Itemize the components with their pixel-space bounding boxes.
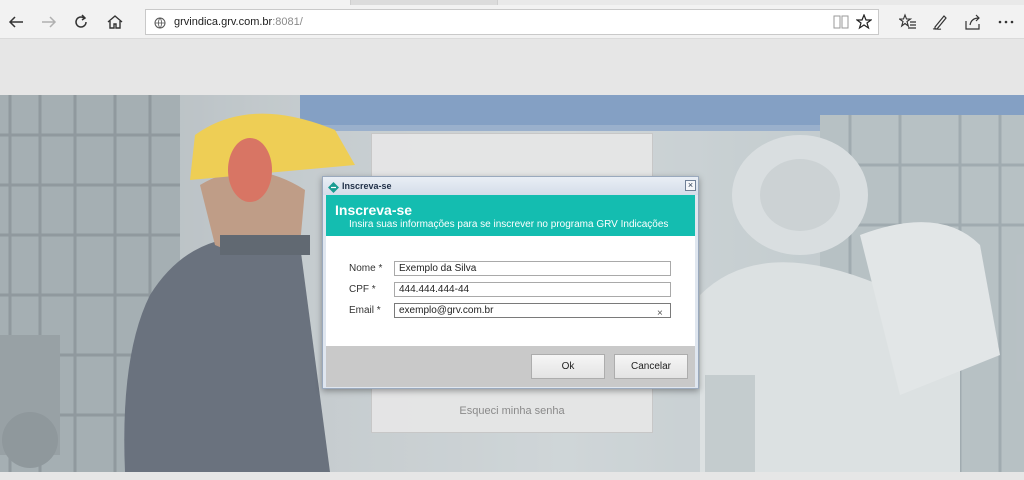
email-input[interactable]: exemplo@grv.com.br [394,303,671,318]
dialog-header: Inscreva-se Insira suas informações para… [326,195,695,236]
dialog-footer: Ok Cancelar [326,346,695,387]
favorite-star-icon[interactable] [855,13,873,35]
favorites-hub-icon[interactable] [895,9,921,35]
ok-button[interactable]: Ok [531,354,605,379]
clear-input-icon[interactable]: × [657,308,663,319]
page-bottom-band [0,472,1024,480]
cpf-input[interactable]: 444.444.444-44 [394,282,671,297]
url-host: grvindica.grv.com.br [174,16,273,28]
dialog-window-title: Inscreva-se [342,181,392,191]
dialog-body: Inscreva-se Insira suas informações para… [326,195,695,387]
email-label: Email * [349,305,381,316]
address-bar[interactable]: grvindica.grv.com.br:8081/ [145,9,879,35]
web-note-icon[interactable] [927,9,953,35]
url-port: :8081/ [272,16,303,28]
close-icon[interactable]: × [685,180,696,191]
address-text: grvindica.grv.com.br:8081/ [174,16,303,28]
browser-toolbar: grvindica.grv.com.br:8081/ [0,5,1024,39]
refresh-icon[interactable] [68,9,94,35]
share-icon[interactable] [960,9,986,35]
cpf-label: CPF * [349,284,376,295]
signup-dialog: Inscreva-se × Inscreva-se Insira suas in… [322,176,699,389]
globe-icon [154,16,166,34]
back-icon[interactable] [3,9,29,35]
cancel-button[interactable]: Cancelar [614,354,688,379]
forgot-password-link[interactable]: Esqueci minha senha [371,405,653,417]
more-icon[interactable] [993,9,1019,35]
dialog-heading: Inscreva-se [335,202,413,218]
nome-input[interactable]: Exemplo da Silva [394,261,671,276]
home-icon[interactable] [102,9,128,35]
nome-label: Nome * [349,263,383,274]
reading-view-icon[interactable] [833,15,849,34]
forward-icon[interactable] [36,9,62,35]
dialog-subtitle: Insira suas informações para se inscreve… [349,219,669,230]
page-top-band [0,40,1024,95]
dialog-titlebar[interactable]: Inscreva-se × [323,177,698,195]
